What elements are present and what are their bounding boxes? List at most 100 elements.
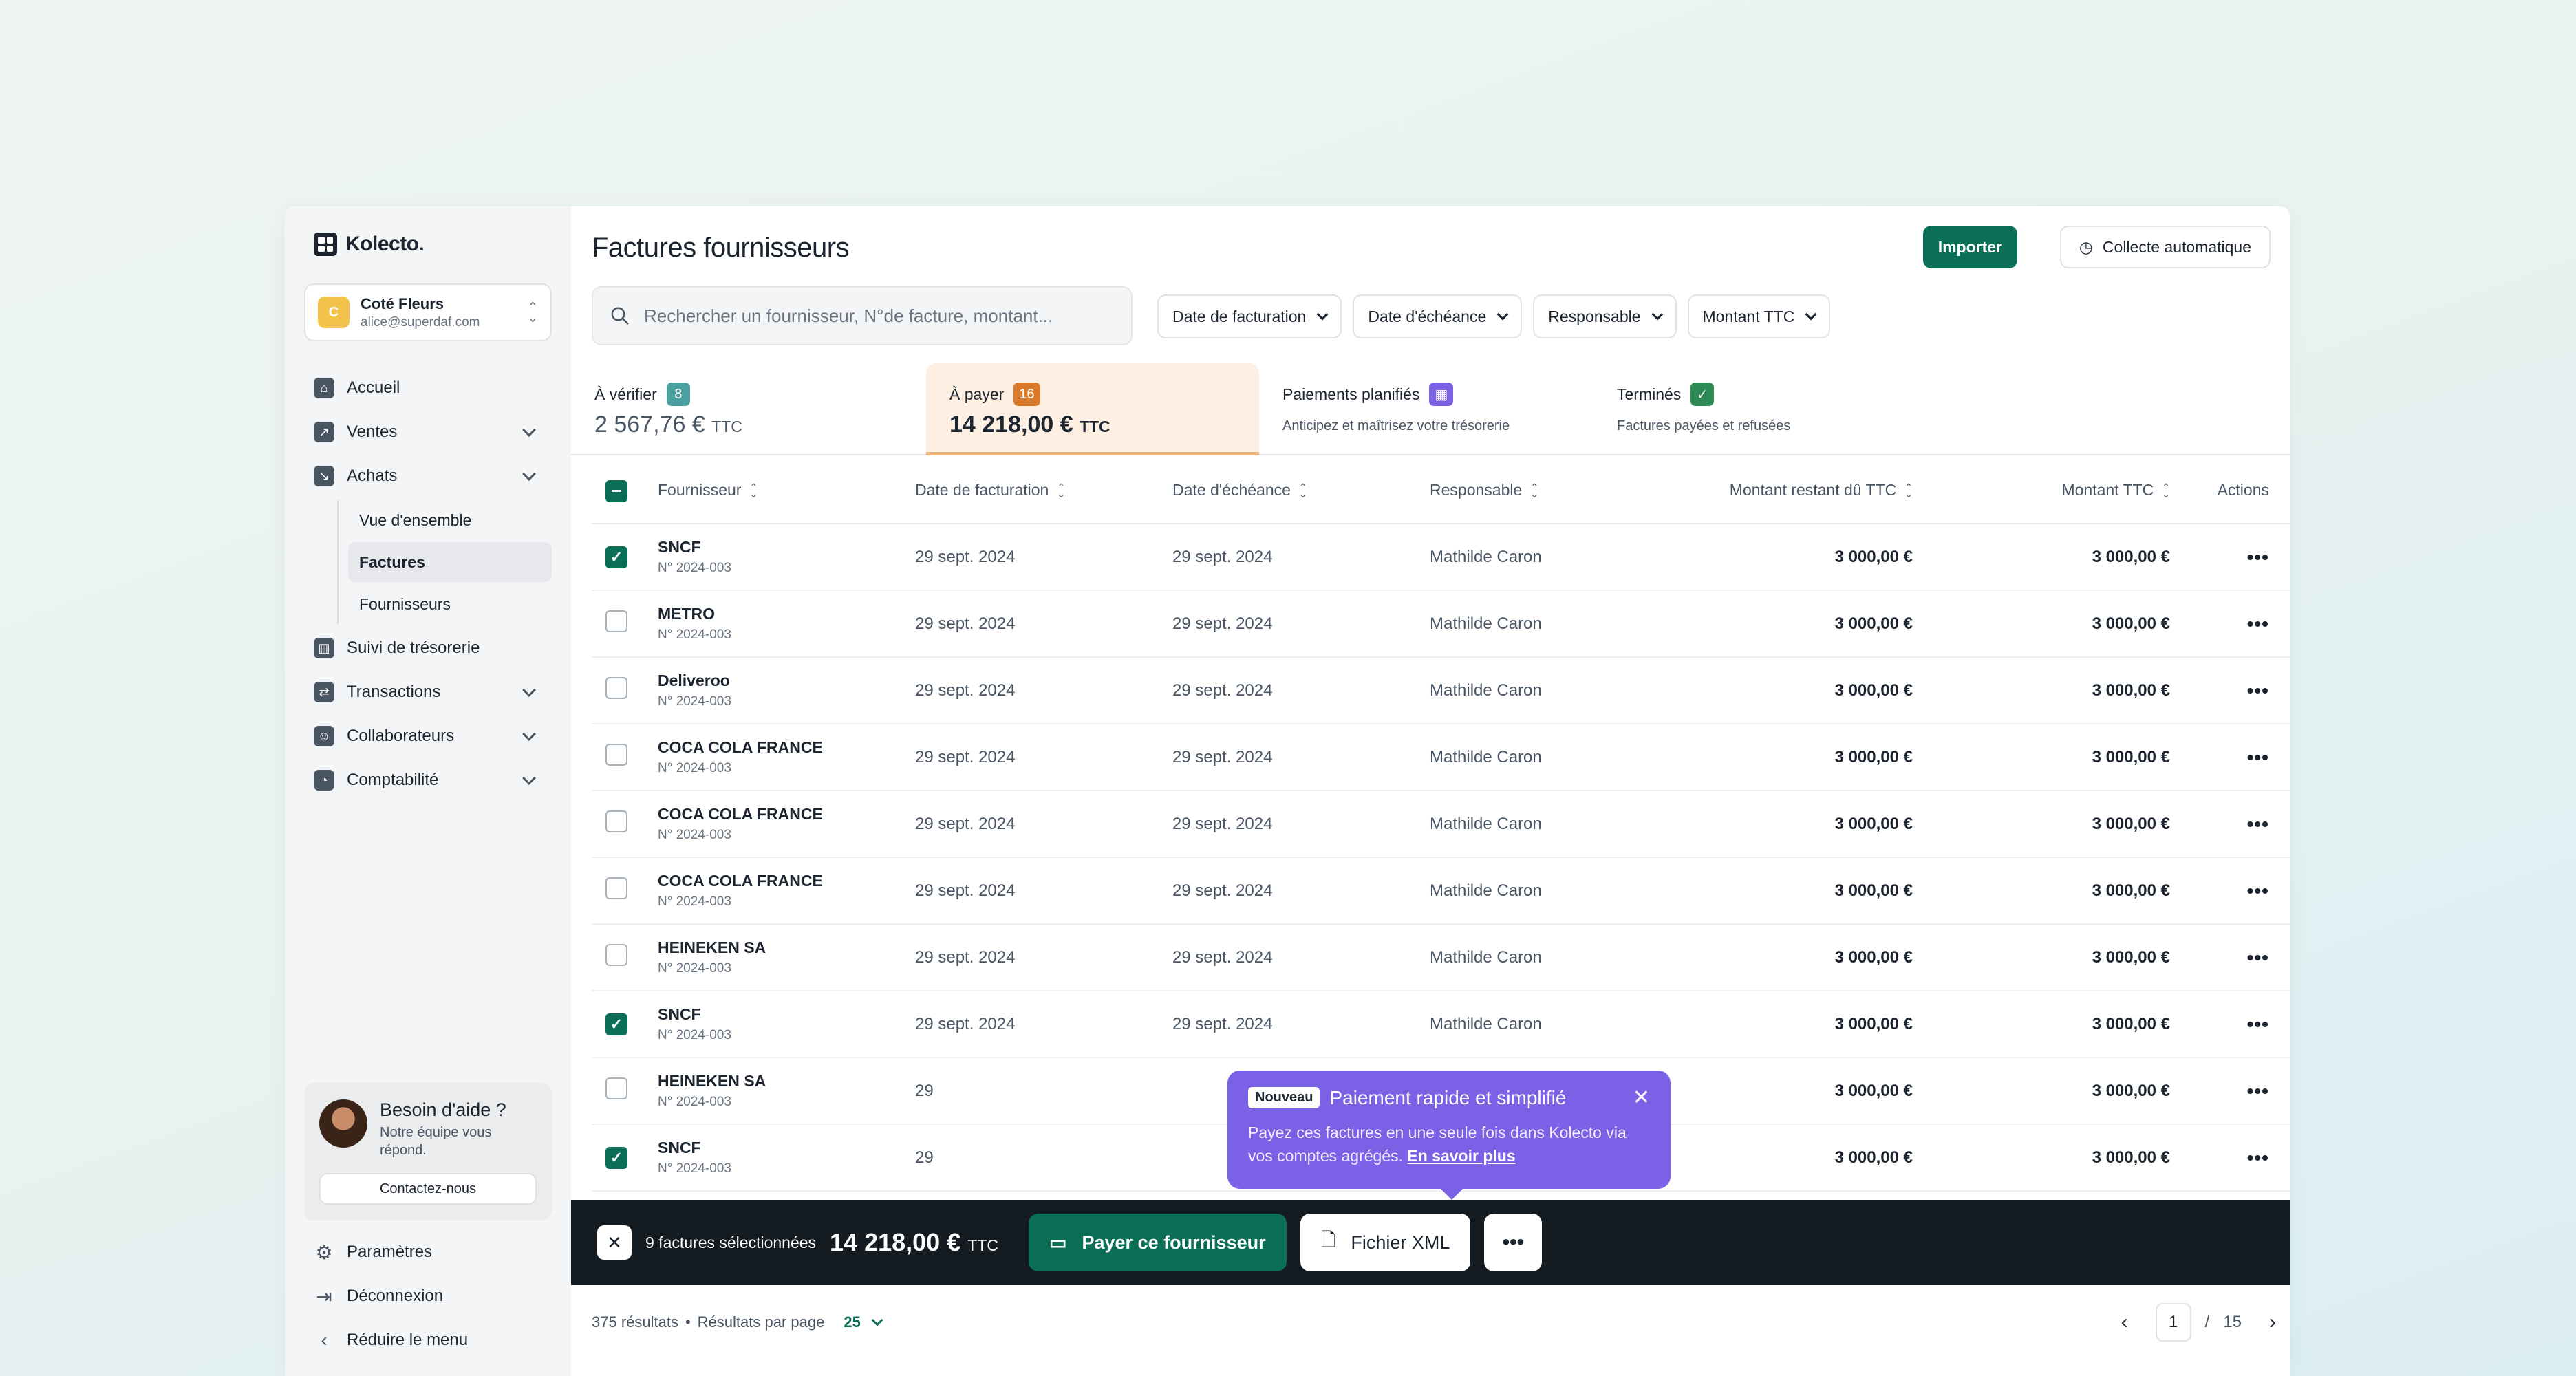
filter-montant-ttc[interactable]: Montant TTC <box>1687 294 1831 338</box>
row-actions-button[interactable]: ••• <box>2170 1013 2290 1035</box>
credit-card-icon: ▭ <box>1049 1232 1067 1253</box>
column-header[interactable]: Fournisseur ⌃ ⌄ <box>658 481 915 499</box>
learn-more-link[interactable]: En savoir plus <box>1407 1147 1515 1165</box>
row-checkbox[interactable] <box>605 810 627 832</box>
invoice-date: 29 sept. 2024 <box>915 814 1016 833</box>
total-amount: 3 000,00 € <box>2092 1081 2170 1100</box>
table-row[interactable]: COCA COLA FRANCE N° 2024-003 29 sept. 2024… <box>592 858 2290 925</box>
row-actions-button[interactable]: ••• <box>2170 680 2290 702</box>
filter-date-facturation[interactable]: Date de facturation <box>1157 294 1342 338</box>
page-input[interactable]: 1 <box>2155 1303 2191 1342</box>
row-actions-button[interactable]: ••• <box>2170 813 2290 835</box>
nav-item-accueil[interactable]: ⌂ Accueil <box>304 366 552 410</box>
row-actions-button[interactable]: ••• <box>2170 1080 2290 1102</box>
table-row[interactable]: COCA COLA FRANCE N° 2024-003 29 sept. 2024… <box>592 724 2290 791</box>
table-row[interactable]: HEINEKEN SA N° 2024-003 29 sept. 2024 29 se… <box>592 925 2290 991</box>
clear-selection-button[interactable]: ✕ <box>597 1225 632 1260</box>
search-bar <box>592 286 1133 345</box>
column-header[interactable]: Responsable ⌃ ⌄ <box>1430 481 1664 499</box>
row-checkbox[interactable]: ✓ <box>605 1013 627 1035</box>
nav-item-comptabilite[interactable]: ◔ Comptabilité <box>304 758 552 802</box>
company-switcher[interactable]: C Coté Fleurs alice@superdaf.com ⌃ ⌄ <box>304 283 552 341</box>
sort-icon: ⌃ ⌄ <box>1298 482 1307 500</box>
table-row[interactable]: Deliveroo N° 2024-003 29 sept. 2024 29 sept… <box>592 658 2290 724</box>
due-date: 29 sept. 2024 <box>1172 881 1273 900</box>
help-subtitle: Notre équipe vous répond. <box>380 1125 492 1158</box>
next-page-button[interactable]: › <box>2255 1311 2290 1334</box>
contact-button[interactable]: Contactez-nous <box>319 1173 537 1205</box>
owner: Mathilde Caron <box>1430 947 1542 967</box>
search-input[interactable] <box>644 305 1098 327</box>
tab-paiements-planifies[interactable]: Paiements planifiés ▦ Anticipez et maîtri… <box>1259 363 1593 455</box>
sort-icon: ⌃ ⌄ <box>1057 482 1066 500</box>
pay-label: Payer ce fournisseur <box>1082 1232 1266 1253</box>
sub-item-fournisseurs[interactable]: Fournisseurs <box>348 584 552 624</box>
nav-item-parametres[interactable]: ⚙ Paramètres <box>304 1230 552 1274</box>
nav-label: Réduire le menu <box>347 1331 469 1349</box>
prev-page-button[interactable]: ‹ <box>2107 1311 2142 1334</box>
row-actions-button[interactable]: ••• <box>2170 746 2290 768</box>
column-header[interactable]: Date d'échéance ⌃ ⌄ <box>1172 481 1430 499</box>
row-checkbox[interactable] <box>605 610 627 632</box>
filter-date-echeance[interactable]: Date d'échéance <box>1353 294 1523 338</box>
nav-item-collaborateurs[interactable]: ☺ Collaborateurs <box>304 714 552 758</box>
auto-collect-button[interactable]: ◷ Collecte automatique <box>2059 226 2271 268</box>
invoice-date: 29 sept. 2024 <box>915 547 1016 566</box>
row-checkbox[interactable] <box>605 1077 627 1099</box>
tab-amount: 14 218,00 € <box>949 411 1073 438</box>
row-checkbox[interactable]: ✓ <box>605 1146 627 1169</box>
nav-item-transactions[interactable]: ⇄ Transactions <box>304 670 552 714</box>
selection-count: 9 factures sélectionnées <box>645 1233 817 1251</box>
owner: Mathilde Caron <box>1430 680 1542 700</box>
row-checkbox[interactable] <box>605 744 627 766</box>
pay-supplier-button[interactable]: ▭ Payer ce fournisseur <box>1028 1214 1287 1271</box>
row-actions-button[interactable]: ••• <box>2170 546 2290 568</box>
supplier-name: COCA COLA FRANCE <box>658 872 823 890</box>
nav-item-achats[interactable]: ↘ Achats <box>304 454 552 498</box>
column-header[interactable]: Date de facturation ⌃ ⌄ <box>915 481 1172 499</box>
nav-item-ventes[interactable]: ↗ Ventes <box>304 410 552 454</box>
owner: Mathilde Caron <box>1430 1014 1542 1033</box>
row-actions-button[interactable]: ••• <box>2170 613 2290 635</box>
table-row[interactable]: ✓ SNCF N° 2024-003 29 sept. 2024 29 sept. 20… <box>592 524 2290 591</box>
remaining-amount: 3 000,00 € <box>1834 747 1913 766</box>
nav-item-deconnexion[interactable]: ⇥ Déconnexion <box>304 1274 552 1318</box>
close-icon[interactable]: ✕ <box>1633 1086 1650 1110</box>
xml-file-button[interactable]: 🗋 Fichier XML <box>1300 1214 1471 1271</box>
sort-icon: ⌃ ⌄ <box>2162 482 2170 500</box>
select-all-checkbox[interactable] <box>605 480 627 502</box>
chevron-updown-icon: ⌃ ⌄ <box>527 300 538 325</box>
row-actions-button[interactable]: ••• <box>2170 880 2290 902</box>
row-checkbox[interactable] <box>605 877 627 899</box>
sub-item-vue-ensemble[interactable]: Vue d'ensemble <box>348 500 552 540</box>
row-checkbox[interactable] <box>605 677 627 699</box>
row-checkbox[interactable]: ✓ <box>605 546 627 568</box>
due-date: 29 sept. 2024 <box>1172 747 1273 766</box>
row-actions-button[interactable]: ••• <box>2170 947 2290 969</box>
tab-unit: TTC <box>711 418 742 436</box>
table-row[interactable]: COCA COLA FRANCE N° 2024-003 29 sept. 2024… <box>592 791 2290 858</box>
tab-a-payer[interactable]: À payer 16 14 218,00 € TTC <box>926 363 1259 455</box>
supplier-name: COCA COLA FRANCE <box>658 805 823 823</box>
table-row[interactable]: METRO N° 2024-003 29 sept. 2024 29 sept. 20… <box>592 591 2290 658</box>
filter-responsable[interactable]: Responsable <box>1533 294 1677 338</box>
import-button[interactable]: Importer <box>1922 226 2017 268</box>
column-header[interactable]: Montant restant dû TTC ⌃ ⌄ <box>1664 481 1913 499</box>
remaining-amount: 3 000,00 € <box>1834 1148 1913 1167</box>
column-header[interactable]: Montant TTC ⌃ ⌄ <box>1913 481 2170 499</box>
filter-label: Date de facturation <box>1172 307 1307 325</box>
tab-a-verifier[interactable]: À vérifier 8 2 567,76 € TTC <box>571 363 885 455</box>
invoice-date: 29 sept. 2024 <box>915 881 1016 900</box>
nav-item-tresorerie[interactable]: ▥ Suivi de trésorerie <box>304 626 552 670</box>
invoice-date: 29 sept. 2024 <box>915 680 1016 700</box>
per-page-select[interactable]: 25 <box>844 1313 883 1331</box>
collapse-menu-button[interactable]: ‹ Réduire le menu <box>304 1318 552 1362</box>
row-actions-button[interactable]: ••• <box>2170 1147 2290 1169</box>
row-checkbox[interactable] <box>605 944 627 966</box>
invoice-date: 29 sept. 2024 <box>915 614 1016 633</box>
more-options-button[interactable]: ••• <box>1484 1214 1543 1271</box>
logo[interactable]: Kolecto. <box>314 233 425 256</box>
tab-termines[interactable]: Terminés ✓ Factures payées et refusées <box>1593 363 1882 455</box>
sub-item-factures[interactable]: Factures <box>348 542 552 582</box>
table-row[interactable]: ✓ SNCF N° 2024-003 29 sept. 2024 29 sept. 20… <box>592 991 2290 1058</box>
